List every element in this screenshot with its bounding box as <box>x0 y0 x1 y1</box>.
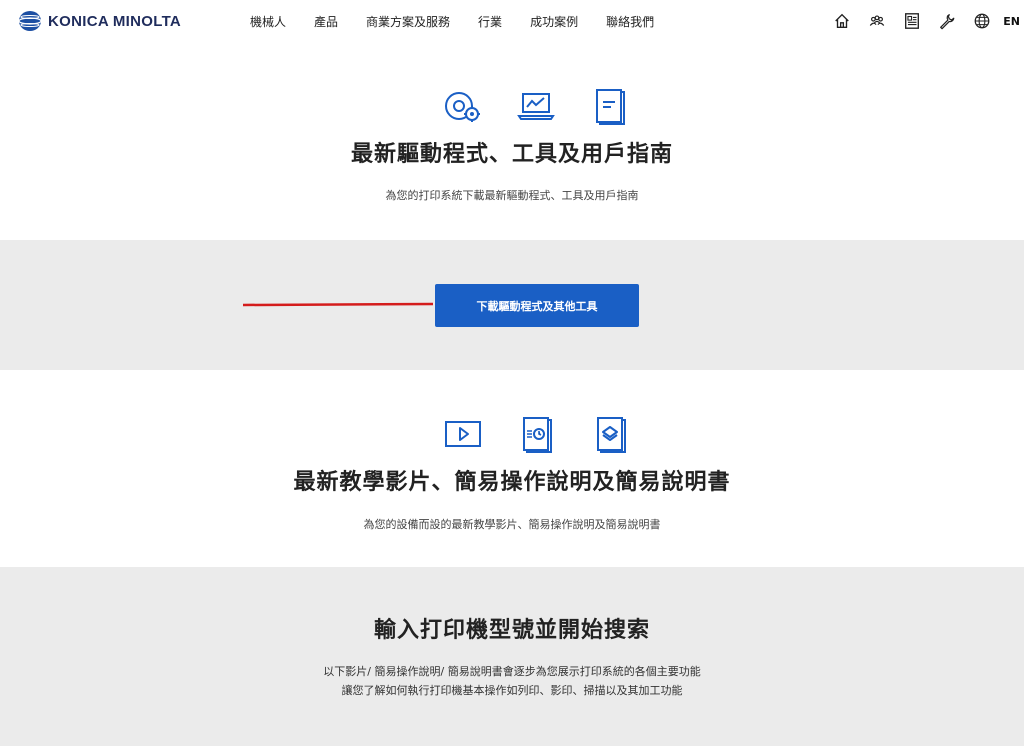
search-title: 輸入打印機型號並開始搜索 <box>373 618 650 643</box>
tutorials-title: 最新教學影片、簡易操作說明及簡易說明書 <box>293 470 731 495</box>
nav-item-robots[interactable]: 機械人 <box>250 13 286 30</box>
brand-name: KONICA MINOLTA <box>48 12 182 30</box>
home-icon[interactable] <box>831 10 853 32</box>
disc-gear-icon <box>442 86 482 126</box>
laptop-chart-icon <box>516 86 556 126</box>
tutorials-subtitle: 為您的設備而設的最新教學影片、簡易操作說明及簡易說明書 <box>363 518 661 531</box>
main-nav: 機械人 產品 商業方案及服務 行業 成功案例 聯絡我們 <box>232 0 682 42</box>
tutorials-section: 最新教學影片、簡易操作說明及簡易說明書 為您的設備而設的最新教學影片、簡易操作說… <box>0 370 1024 567</box>
search-description-line-2: 讓您了解如何執行打印機基本操作如列印、影印、掃描以及其加工功能 <box>341 684 683 697</box>
nav-item-solutions[interactable]: 商業方案及服務 <box>366 13 450 30</box>
manual-book-icon <box>590 86 630 126</box>
wrench-icon[interactable] <box>936 10 958 32</box>
search-section: 輸入打印機型號並開始搜索 以下影片/ 簡易操作說明/ 簡易說明書會逐步為您展示打… <box>0 567 1024 746</box>
nav-item-products[interactable]: 產品 <box>314 13 338 30</box>
quick-guide-icon <box>517 414 557 454</box>
nav-item-case-studies[interactable]: 成功案例 <box>530 13 578 30</box>
utility-nav: EN <box>818 0 1024 42</box>
people-icon[interactable] <box>866 10 888 32</box>
layers-book-icon <box>591 414 631 454</box>
drivers-section: 最新驅動程式、工具及用戶指南 為您的打印系統下載最新驅動程式、工具及用戶指南 <box>0 42 1024 240</box>
news-icon[interactable] <box>901 10 923 32</box>
red-arrow-annotation <box>243 302 433 307</box>
drivers-subtitle: 為您的打印系統下載最新驅動程式、工具及用戶指南 <box>385 189 639 202</box>
page: KONICA MINOLTA 機械人 產品 商業方案及服務 行業 成功案例 聯絡… <box>0 0 1024 746</box>
konica-minolta-logo[interactable]: KONICA MINOLTA <box>18 10 181 32</box>
language-switch[interactable]: EN <box>1003 15 1020 28</box>
download-band: 下載驅動程式及其他工具 <box>0 240 1024 370</box>
video-play-icon <box>443 414 483 454</box>
globe-logo-icon <box>18 11 42 31</box>
globe-icon[interactable] <box>971 10 993 32</box>
tutorials-icon-row <box>426 414 648 454</box>
nav-item-contact[interactable]: 聯絡我們 <box>606 13 654 30</box>
drivers-icon-row <box>425 86 647 126</box>
search-description-line-1: 以下影片/ 簡易操作說明/ 簡易說明書會逐步為您展示打印系統的各個主要功能 <box>323 665 701 678</box>
nav-item-industries[interactable]: 行業 <box>478 13 502 30</box>
download-drivers-button[interactable]: 下載驅動程式及其他工具 <box>435 284 639 327</box>
top-header: KONICA MINOLTA 機械人 產品 商業方案及服務 行業 成功案例 聯絡… <box>0 0 1024 42</box>
drivers-title: 最新驅動程式、工具及用戶指南 <box>350 142 673 167</box>
